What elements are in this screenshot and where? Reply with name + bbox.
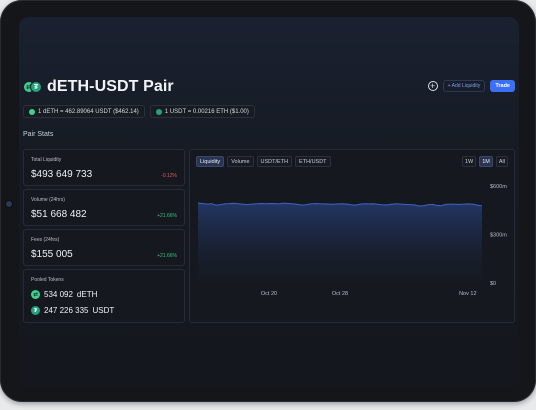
- stat-change: -0.12%: [161, 173, 177, 179]
- tablet-frame: ⇄ ₮ dETH-USDT Pair + + Add Liquidity Tra…: [0, 0, 536, 402]
- plus-circle-icon[interactable]: +: [427, 81, 438, 91]
- x-tick-label: Oct 20: [261, 291, 277, 297]
- y-tick-label: $0: [490, 281, 496, 287]
- rate-text: 1 dETH = 462.89064 USDT ($462.14): [38, 108, 139, 115]
- page-header: ⇄ ₮ dETH-USDT Pair: [23, 78, 174, 96]
- deth-token-icon: ⇄: [31, 290, 40, 299]
- rate-text: 1 USDT = 0.00216 ETH ($1.00): [164, 108, 249, 115]
- pooled-token-row: ₮ 247 226 335 USDT: [31, 306, 114, 315]
- token-amount: 247 226 335: [44, 306, 89, 315]
- stat-label: Total Liquidity: [31, 157, 62, 163]
- stat-card-fees: Fees (24hrs) $155 005 +21.66%: [23, 229, 185, 266]
- app-screen: ⇄ ₮ dETH-USDT Pair + + Add Liquidity Tra…: [19, 17, 519, 389]
- pooled-token-row: ⇄ 534 092 dETH: [31, 290, 97, 299]
- pair-token-icons: ⇄ ₮: [23, 80, 43, 94]
- pooled-label: Pooled Tokens: [31, 277, 64, 283]
- token-symbol: USDT: [92, 306, 115, 315]
- rate-pill-deth[interactable]: 1 dETH = 462.89064 USDT ($462.14): [23, 105, 145, 118]
- stat-label: Fees (24hrs): [31, 237, 60, 243]
- stat-card-volume: Volume (24hrs) $51 668 482 +21.66%: [23, 189, 185, 226]
- x-tick-label: Nov 12: [459, 291, 476, 297]
- stat-card-total-liquidity: Total Liquidity $493 649 733 -0.12%: [23, 149, 185, 186]
- add-liquidity-button[interactable]: + Add Liquidity: [442, 80, 486, 92]
- trade-button[interactable]: Trade: [490, 80, 515, 92]
- stat-label: Volume (24hrs): [31, 197, 65, 203]
- deth-token-icon: [29, 108, 35, 115]
- stat-value: $493 649 733: [31, 169, 93, 180]
- liquidity-area: [198, 203, 482, 283]
- rate-pill-usdt[interactable]: 1 USDT = 0.00216 ETH ($1.00): [149, 105, 255, 118]
- header-actions: + + Add Liquidity Trade: [427, 80, 515, 92]
- stat-change: +21.66%: [157, 213, 177, 219]
- usdt-token-icon: [155, 108, 162, 115]
- chart-panel: Liquidity Volume USDT/ETH ETH/USDT 1W 1M…: [189, 149, 515, 323]
- pooled-tokens-card: Pooled Tokens ⇄ 534 092 dETH ₮ 247 226 3…: [23, 269, 185, 323]
- usdt-token-icon: ₮: [30, 81, 42, 93]
- token-symbol: dETH: [76, 290, 98, 299]
- y-tick-label: $300m: [490, 233, 507, 239]
- usdt-token-icon: ₮: [31, 306, 40, 315]
- section-title: Pair Stats: [23, 131, 54, 138]
- liquidity-chart: $600m $300m $0 Oct 20 Oct 28 Nov 12: [197, 184, 507, 297]
- page-title: dETH-USDT Pair: [47, 78, 174, 95]
- camera-dot: [6, 201, 12, 207]
- token-amount: 534 092: [44, 290, 73, 299]
- stat-change: +21.66%: [157, 253, 177, 259]
- y-tick-label: $600m: [490, 184, 507, 190]
- stat-value: $51 668 482: [31, 209, 87, 220]
- x-tick-label: Oct 28: [332, 291, 348, 297]
- exchange-rates: 1 dETH = 462.89064 USDT ($462.14) 1 USDT…: [23, 105, 255, 118]
- stat-value: $155 005: [31, 249, 73, 260]
